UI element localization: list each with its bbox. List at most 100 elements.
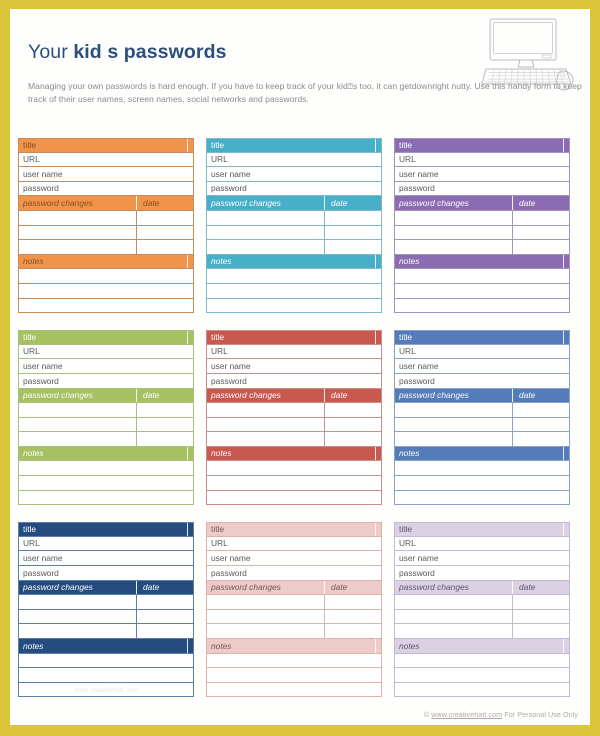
notes-input-row[interactable] [206, 668, 382, 683]
password-change-entry-row[interactable] [206, 210, 382, 226]
card-title-row[interactable]: title [206, 330, 382, 345]
password-change-entry-row[interactable] [394, 403, 570, 418]
password-change-entry-row[interactable] [394, 595, 570, 610]
footer-site-link[interactable]: www.creativehatt.com [431, 710, 502, 719]
card-password-changes-header[interactable]: password changes date [206, 196, 382, 211]
card-url-row[interactable]: URL [206, 536, 382, 552]
password-change-entry-row[interactable] [206, 403, 382, 418]
card-title-row[interactable]: title [206, 522, 382, 537]
password-change-input[interactable] [395, 624, 513, 638]
card-username-row[interactable]: user name [206, 551, 382, 567]
password-change-entry-row[interactable] [394, 432, 570, 447]
notes-input-row[interactable] [394, 461, 570, 477]
card-title-row[interactable]: title [18, 330, 194, 345]
password-change-entry-row[interactable] [18, 432, 194, 447]
password-change-input[interactable] [207, 240, 325, 254]
card-password-changes-header[interactable]: password changes date [18, 388, 194, 404]
password-change-input[interactable] [395, 210, 513, 225]
password-change-entry-row[interactable] [206, 624, 382, 639]
card-username-row[interactable]: user name [206, 359, 382, 374]
notes-input-row[interactable] [18, 476, 194, 491]
password-change-date-input[interactable] [513, 418, 569, 432]
card-password-row[interactable]: password [206, 566, 382, 581]
card-username-row[interactable]: user name [18, 167, 194, 182]
password-change-entry-row[interactable] [394, 240, 570, 255]
password-change-entry-row[interactable] [206, 609, 382, 625]
card-url-row[interactable]: URL [394, 344, 570, 360]
card-notes-header[interactable]: notes [206, 254, 382, 270]
password-change-date-input[interactable] [513, 240, 569, 254]
card-username-row[interactable]: user name [18, 359, 194, 374]
card-password-row[interactable]: password [394, 566, 570, 581]
password-change-input[interactable] [395, 240, 513, 254]
password-change-entry-row[interactable] [18, 609, 194, 625]
card-password-changes-header[interactable]: password changes date [18, 580, 194, 596]
card-notes-header[interactable]: notes [18, 254, 194, 270]
password-change-date-input[interactable] [325, 595, 381, 609]
password-change-date-input[interactable] [325, 226, 381, 240]
password-change-entry-row[interactable] [206, 595, 382, 610]
card-password-changes-header[interactable]: password changes date [394, 388, 570, 404]
card-notes-header[interactable]: notes [206, 639, 382, 654]
password-change-date-input[interactable] [325, 240, 381, 254]
card-password-changes-header[interactable]: password changes date [394, 580, 570, 596]
password-change-date-input[interactable] [137, 226, 193, 240]
password-change-date-input[interactable] [325, 624, 381, 638]
card-password-row[interactable]: password [18, 373, 194, 389]
card-password-row[interactable]: password [394, 373, 570, 389]
card-notes-header[interactable]: notes [394, 446, 570, 462]
card-username-row[interactable]: user name [394, 359, 570, 374]
password-change-entry-row[interactable] [18, 624, 194, 639]
password-change-date-input[interactable] [137, 432, 193, 446]
notes-input-row[interactable] [206, 490, 382, 506]
card-notes-header[interactable]: notes [206, 446, 382, 462]
password-change-date-input[interactable] [137, 610, 193, 624]
password-change-entry-row[interactable] [394, 624, 570, 639]
notes-input-row[interactable] [206, 298, 382, 314]
password-change-input[interactable] [19, 432, 137, 446]
card-notes-header[interactable]: notes [394, 639, 570, 654]
notes-input-row[interactable] [206, 476, 382, 491]
card-password-row[interactable]: password [206, 181, 382, 197]
card-password-changes-header[interactable]: password changes date [18, 196, 194, 211]
password-change-date-input[interactable] [513, 226, 569, 240]
password-change-input[interactable] [207, 403, 325, 417]
card-title-row[interactable]: title [18, 138, 194, 153]
password-change-input[interactable] [395, 225, 513, 240]
notes-input-row[interactable] [18, 298, 194, 314]
card-title-row[interactable]: title [394, 522, 570, 537]
card-password-changes-header[interactable]: password changes date [206, 388, 382, 404]
password-change-input[interactable] [395, 432, 513, 446]
notes-input-row[interactable] [394, 269, 570, 284]
password-change-date-input[interactable] [325, 432, 381, 446]
notes-input-row[interactable] [18, 269, 194, 284]
password-change-input[interactable] [207, 624, 325, 638]
notes-input-row[interactable] [394, 490, 570, 506]
card-url-row[interactable]: URL [206, 152, 382, 168]
password-change-date-input[interactable] [325, 418, 381, 432]
password-change-date-input[interactable] [513, 610, 569, 624]
card-password-row[interactable]: password [394, 181, 570, 197]
notes-input-row[interactable] [394, 298, 570, 314]
password-change-date-input[interactable] [513, 595, 569, 609]
password-change-date-input[interactable] [513, 432, 569, 446]
password-change-date-input[interactable] [325, 211, 381, 225]
password-change-date-input[interactable] [137, 418, 193, 432]
password-change-entry-row[interactable] [394, 417, 570, 433]
card-notes-header[interactable]: notes [394, 254, 570, 270]
notes-input-row[interactable] [18, 283, 194, 299]
password-change-input[interactable] [395, 403, 513, 417]
password-change-entry-row[interactable] [394, 609, 570, 625]
notes-input-row[interactable] [206, 682, 382, 698]
password-change-input[interactable] [207, 595, 325, 609]
notes-input-row[interactable] [18, 668, 194, 683]
notes-input-row[interactable] [206, 283, 382, 299]
notes-input-row[interactable] [206, 269, 382, 284]
card-password-changes-header[interactable]: password changes date [206, 580, 382, 596]
notes-input-row[interactable] [206, 653, 382, 669]
password-change-input[interactable] [19, 403, 137, 417]
password-change-date-input[interactable] [137, 240, 193, 254]
password-change-entry-row[interactable] [206, 225, 382, 241]
card-password-changes-header[interactable]: password changes date [394, 196, 570, 211]
password-change-date-input[interactable] [325, 610, 381, 624]
